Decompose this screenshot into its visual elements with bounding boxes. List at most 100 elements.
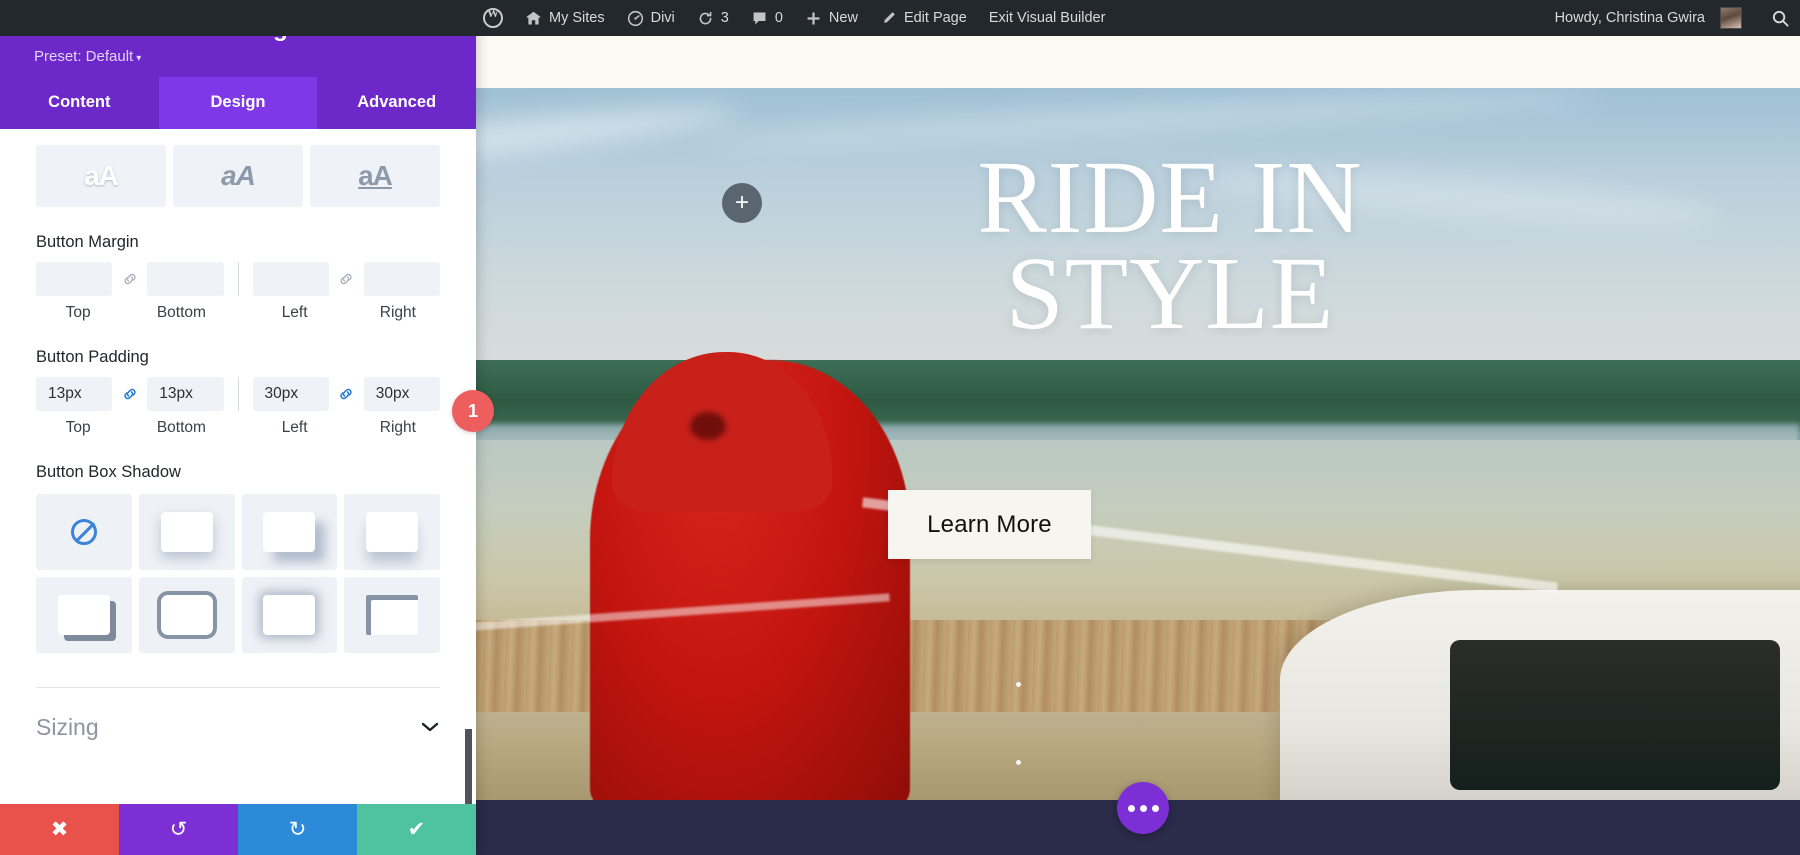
- admin-bar-updates[interactable]: 3: [686, 0, 740, 36]
- shadow-preview: [161, 595, 213, 635]
- admin-bar-new[interactable]: New: [794, 0, 869, 36]
- shadow-preview: [58, 595, 110, 635]
- admin-bar-divi-label: Divi: [651, 10, 675, 26]
- admin-bar-new-label: New: [829, 10, 858, 26]
- box-shadow-bottom-soft-option[interactable]: [139, 494, 235, 570]
- bold-style-option[interactable]: aA: [36, 145, 166, 207]
- shadow-preview: [263, 595, 315, 635]
- admin-bar-my-sites[interactable]: My Sites: [514, 0, 616, 36]
- box-shadow-drop-option[interactable]: [344, 494, 440, 570]
- dot-icon: [1128, 805, 1135, 812]
- redo-button[interactable]: ↻: [238, 804, 357, 855]
- padding-horizontal-labels: Left Right: [253, 419, 441, 437]
- padding-left-label: Left: [253, 419, 337, 437]
- label-spacer: [337, 419, 356, 437]
- margin-left-label: Left: [253, 304, 337, 322]
- page-settings-fab[interactable]: [1117, 782, 1169, 834]
- admin-bar-left-group: My Sites Divi 3: [0, 0, 1116, 36]
- label-spacer: [120, 304, 139, 322]
- padding-top-label: Top: [36, 419, 120, 437]
- link-values-icon[interactable]: [337, 271, 356, 287]
- link-values-icon[interactable]: [120, 271, 139, 287]
- admin-bar-exit-label: Exit Visual Builder: [989, 10, 1106, 26]
- button-margin-corner-labels: Top Bottom Left Right: [36, 304, 440, 322]
- tab-content[interactable]: Content: [0, 77, 159, 129]
- margin-bottom-label: Bottom: [139, 304, 223, 322]
- shadow-preview: [263, 512, 315, 552]
- howdy-label: Howdy, Christina Gwira: [1555, 10, 1705, 26]
- label-spacer: [120, 419, 139, 437]
- margin-vertical-pair: [36, 262, 224, 296]
- box-shadow-diagonal-option[interactable]: [242, 494, 338, 570]
- admin-bar-exit-visual-builder[interactable]: Exit Visual Builder: [978, 0, 1117, 36]
- tab-advanced[interactable]: Advanced: [317, 77, 476, 129]
- link-values-icon[interactable]: [337, 386, 356, 402]
- padding-bottom-label: Bottom: [139, 419, 223, 437]
- admin-bar-comments[interactable]: 0: [740, 0, 794, 36]
- margin-horizontal-pair: [253, 262, 441, 296]
- panel-scrollbar-thumb[interactable]: [465, 729, 472, 804]
- box-shadow-glow-option[interactable]: [242, 577, 338, 653]
- box-shadow-inset-option[interactable]: [344, 577, 440, 653]
- shadow-preview: [366, 512, 418, 552]
- plus-icon: [805, 10, 822, 27]
- field-divider: [238, 262, 239, 296]
- padding-left-input[interactable]: 30px: [253, 377, 329, 411]
- no-shadow-icon: [71, 519, 97, 545]
- admin-bar-divi[interactable]: Divi: [616, 0, 686, 36]
- field-divider: [238, 377, 239, 411]
- avatar: [1720, 7, 1742, 29]
- add-module-button[interactable]: +: [722, 183, 762, 223]
- deck-highlight: [1016, 682, 1021, 687]
- panel-preset-selector[interactable]: Preset: Default▾: [34, 48, 454, 65]
- panel-scrollbar[interactable]: [465, 129, 472, 804]
- save-button[interactable]: ✔: [357, 804, 476, 855]
- padding-top-input[interactable]: 13px: [36, 377, 112, 411]
- wp-admin-bar: My Sites Divi 3: [0, 0, 1800, 36]
- check-icon: ✔: [408, 817, 426, 842]
- admin-bar-edit-page[interactable]: Edit Page: [869, 0, 978, 36]
- link-values-icon[interactable]: [120, 386, 139, 402]
- shadow-preview: [161, 512, 213, 552]
- cancel-button[interactable]: ✖: [0, 804, 119, 855]
- search-icon[interactable]: [1771, 9, 1790, 28]
- undo-button[interactable]: ↺: [119, 804, 238, 855]
- admin-bar-edit-page-label: Edit Page: [904, 10, 967, 26]
- underline-style-option[interactable]: aA: [310, 145, 440, 207]
- updates-icon: [697, 10, 714, 27]
- padding-horizontal-pair: 30px 30px: [253, 377, 441, 411]
- button-padding-fields: 13px 13px 30px: [36, 377, 440, 411]
- box-shadow-outline-option[interactable]: [139, 577, 235, 653]
- margin-left-input[interactable]: [253, 262, 329, 296]
- tab-design[interactable]: Design: [159, 77, 318, 129]
- button-margin-fields: [36, 262, 440, 296]
- button-box-shadow-label: Button Box Shadow: [36, 463, 440, 482]
- undo-icon: ↺: [170, 817, 188, 842]
- deck-highlight: [1016, 760, 1021, 765]
- italic-style-option[interactable]: aA: [173, 145, 303, 207]
- margin-horizontal-labels: Left Right: [253, 304, 441, 322]
- underline-style-glyph: aA: [358, 160, 392, 192]
- admin-bar-howdy[interactable]: Howdy, Christina Gwira: [1544, 0, 1753, 36]
- chevron-down-icon: [420, 717, 440, 739]
- padding-bottom-input[interactable]: 13px: [147, 377, 223, 411]
- margin-bottom-input[interactable]: [147, 262, 223, 296]
- admin-bar-comments-count: 0: [775, 10, 783, 26]
- boat-window: [1450, 640, 1780, 790]
- admin-bar-wordpress-logo[interactable]: [472, 0, 514, 36]
- plus-icon: +: [735, 191, 749, 215]
- face-shadow: [690, 412, 726, 440]
- bold-style-glyph: aA: [84, 160, 118, 192]
- margin-right-input[interactable]: [364, 262, 440, 296]
- box-shadow-hard-offset-option[interactable]: [36, 577, 132, 653]
- margin-top-input[interactable]: [36, 262, 112, 296]
- module-order-badge-label: 1: [468, 401, 478, 422]
- learn-more-button[interactable]: Learn More: [888, 490, 1091, 559]
- panel-tabs: Content Design Advanced: [0, 77, 476, 129]
- label-divider: [238, 419, 239, 437]
- sizing-section-toggle[interactable]: Sizing: [36, 688, 440, 771]
- padding-right-input[interactable]: 30px: [364, 377, 440, 411]
- pencil-icon: [880, 10, 897, 27]
- box-shadow-none-option[interactable]: [36, 494, 132, 570]
- dot-icon: [1152, 805, 1159, 812]
